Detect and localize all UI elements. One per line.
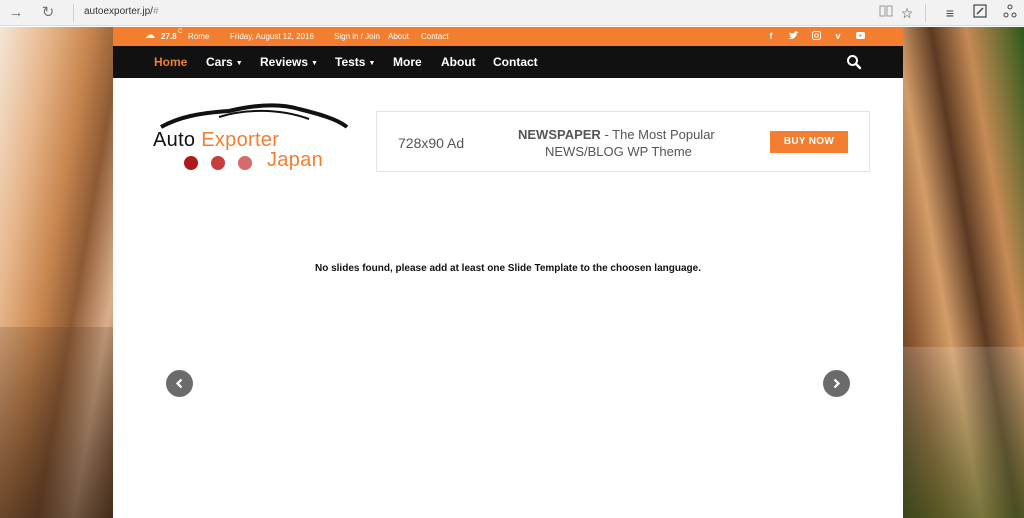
nav-about-label: About <box>441 55 476 69</box>
logo-word-exporter: Exporter <box>201 129 280 151</box>
nav-contact[interactable]: Contact <box>493 55 538 69</box>
site-logo[interactable]: Auto Exporter Japan <box>153 103 353 173</box>
current-date: Friday, August 12, 2016 <box>230 32 314 41</box>
nav-cars-label: Cars <box>206 55 233 69</box>
nav-more-label: More <box>393 55 422 69</box>
buy-now-button[interactable]: BUY NOW <box>770 131 848 153</box>
ad-size-label: 728x90 Ad <box>398 135 465 151</box>
chevron-down-icon: ▼ <box>368 60 376 67</box>
share-icon[interactable] <box>1000 3 1020 23</box>
chevron-left-icon <box>175 378 183 389</box>
address-bar[interactable]: autoexporter.jp/# <box>84 6 159 17</box>
forward-icon[interactable]: → <box>6 3 26 23</box>
nav-tests-label: Tests <box>335 55 366 69</box>
chevron-down-icon: ▼ <box>311 60 318 67</box>
chevron-down-icon: ▼ <box>235 60 243 67</box>
top-bar: ☁ 27.8 C Rome Friday, August 12, 2016 Si… <box>113 27 903 46</box>
ad-headline: NEWSPAPER - The Most Popular <box>518 127 715 142</box>
sign-in-link[interactable]: Sign in / Join <box>334 32 380 41</box>
weather-city: Rome <box>188 32 210 41</box>
top-about-link[interactable]: About <box>388 32 409 41</box>
nav-tests[interactable]: Tests ▼ <box>335 55 375 69</box>
top-contact-link[interactable]: Contact <box>421 32 449 41</box>
toolbar-separator-right <box>925 4 926 22</box>
browser-toolbar: → ↻ autoexporter.jp/# ☆ ≡ <box>0 0 1024 26</box>
logo-text-auto-exporter: Auto Exporter <box>153 129 279 152</box>
reading-view-icon[interactable] <box>876 3 896 23</box>
logo-dot <box>184 156 198 170</box>
vimeo-icon[interactable]: v <box>832 31 844 42</box>
slider-prev-button[interactable] <box>166 370 193 397</box>
web-note-icon[interactable] <box>970 3 990 23</box>
url-hash: # <box>152 6 159 17</box>
nav-reviews[interactable]: Reviews ▼ <box>260 55 318 69</box>
nav-reviews-label: Reviews <box>260 55 309 69</box>
facebook-icon[interactable]: f <box>765 31 777 42</box>
ad-banner[interactable]: 728x90 Ad NEWSPAPER - The Most Popular N… <box>376 111 870 172</box>
refresh-icon[interactable]: ↻ <box>38 3 58 23</box>
ad-brand: NEWSPAPER <box>518 127 601 142</box>
twitter-icon[interactable] <box>787 31 799 42</box>
logo-dot <box>211 156 225 170</box>
nav-home-label: Home <box>154 55 188 69</box>
nav-cars[interactable]: Cars ▼ <box>206 55 243 69</box>
search-icon[interactable] <box>846 54 862 70</box>
logo-dot <box>238 156 252 170</box>
main-navigation: Home Cars ▼ Reviews ▼ Tests ▼ More About Co… <box>113 46 903 78</box>
slider-next-button[interactable] <box>823 370 850 397</box>
hub-icon[interactable]: ≡ <box>940 3 960 23</box>
temperature-unit[interactable]: C <box>178 29 182 35</box>
background-image-left <box>0 27 113 518</box>
nav-about[interactable]: About <box>441 55 476 69</box>
temperature: 27.8 <box>161 32 177 41</box>
favorite-star-icon[interactable]: ☆ <box>897 3 917 23</box>
nav-more[interactable]: More <box>393 55 422 69</box>
logo-word-japan: Japan <box>267 149 323 171</box>
ad-subline: NEWS/BLOG WP Theme <box>545 144 692 159</box>
youtube-icon[interactable] <box>854 31 866 42</box>
background-image-right <box>903 27 1024 518</box>
nav-home[interactable]: Home <box>154 55 187 69</box>
nav-contact-label: Contact <box>493 55 538 69</box>
instagram-icon[interactable] <box>810 31 822 42</box>
logo-word-auto: Auto <box>153 129 196 151</box>
weather-icon: ☁ <box>145 30 155 41</box>
slider-empty-message: No slides found, please add at least one… <box>314 263 701 274</box>
chevron-right-icon <box>833 378 841 389</box>
ad-headline-rest: - The Most Popular <box>600 127 715 142</box>
toolbar-separator <box>73 4 74 22</box>
url-host: autoexporter.jp/ <box>84 6 153 17</box>
